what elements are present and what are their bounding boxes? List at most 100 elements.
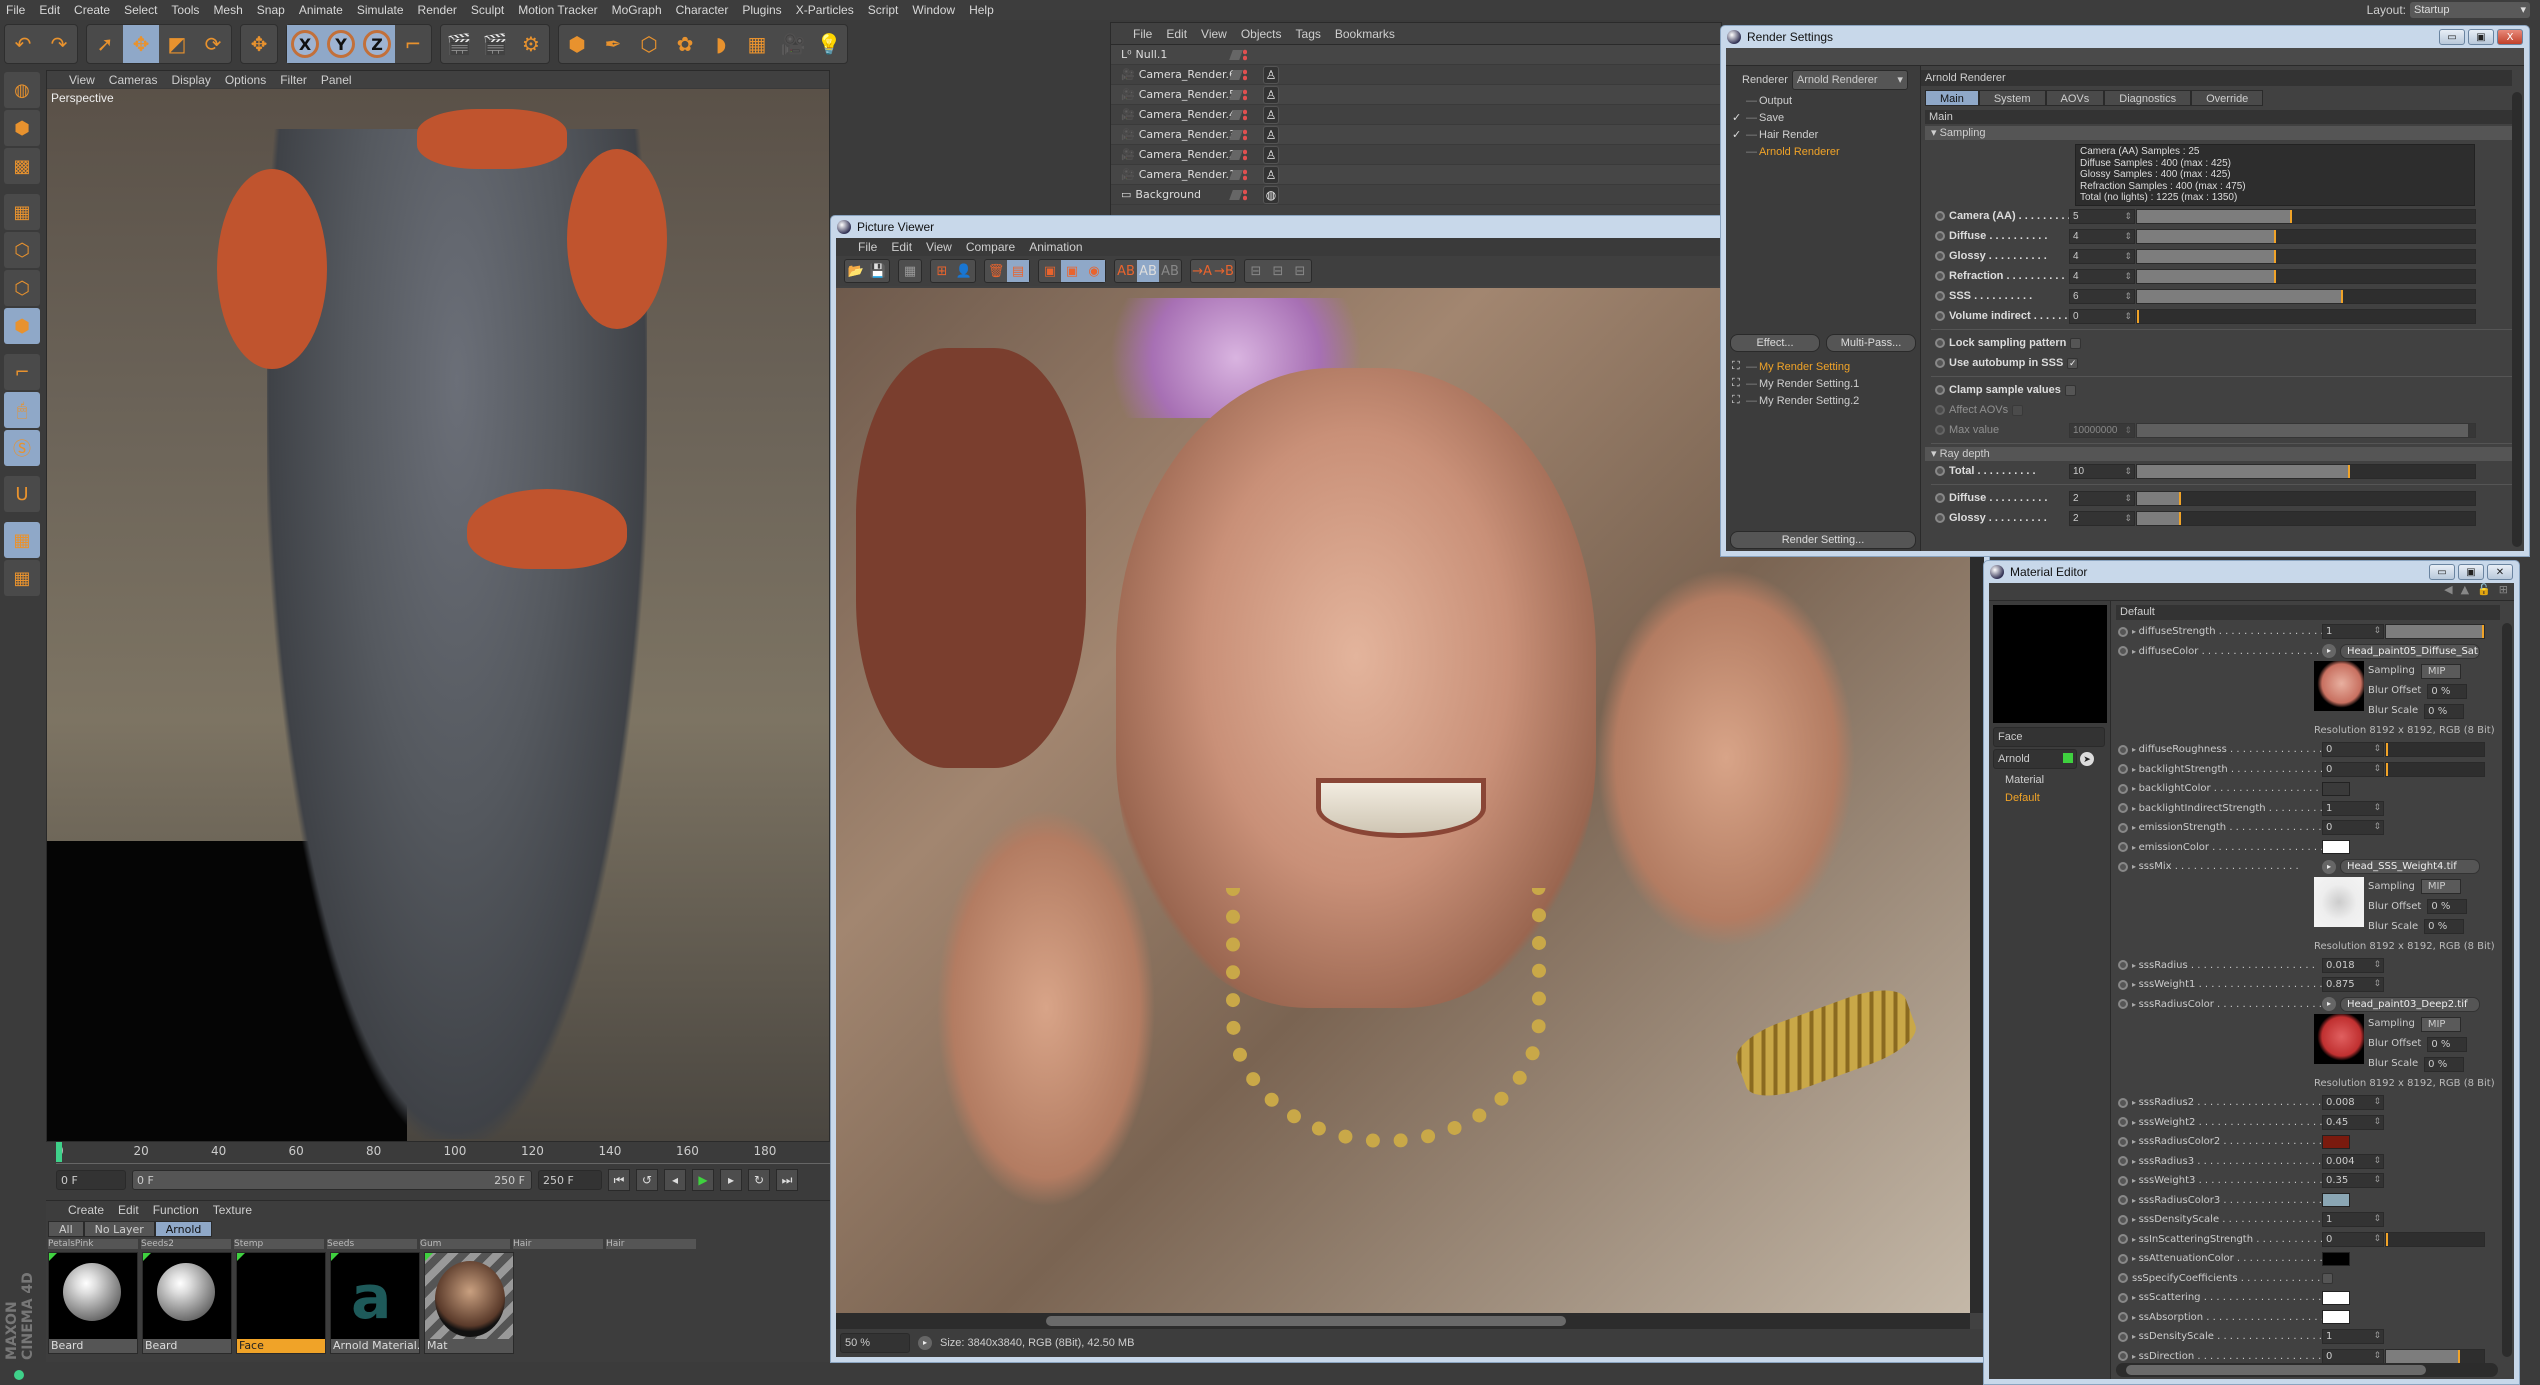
object-name[interactable]: Camera_Render.4 [1139, 108, 1236, 121]
menu-create[interactable]: Create [74, 3, 110, 17]
add-layer-icon[interactable]: 👤 [953, 260, 975, 282]
frame-range-slider[interactable]: 0 F 250 F [132, 1170, 532, 1190]
animate-toggle-icon[interactable] [2118, 999, 2128, 1010]
add-to-list-icon[interactable]: ⊞ [931, 260, 953, 282]
animate-toggle-icon[interactable] [1935, 271, 1945, 281]
make-editable-button[interactable]: ◍ [4, 72, 40, 108]
ray-depth-diffuse-value-field[interactable]: 2 [2069, 490, 2135, 506]
image-list-icon[interactable]: ▤ [1007, 260, 1029, 282]
object-name[interactable]: Camera_Render.1 [1139, 168, 1236, 181]
menu-render[interactable]: Render [418, 3, 457, 17]
render-setting-item[interactable]: ⛶ — My Render Setting.1 [1726, 375, 1920, 392]
object-name[interactable]: Camera_Render.5 [1139, 88, 1236, 101]
material-thumbnail-title[interactable]: Seeds2 [141, 1239, 231, 1249]
tab-diagnostics[interactable]: Diagnostics [2104, 90, 2192, 106]
attr-slider[interactable] [2385, 742, 2485, 758]
material-thumbnail-title[interactable]: Hair [606, 1239, 696, 1249]
menu-motion-tracker[interactable]: Motion Tracker [518, 3, 597, 17]
material-thumbnail-title[interactable]: Seeds [327, 1239, 417, 1249]
checkmark-icon[interactable]: ✓ [1732, 128, 1746, 141]
animate-toggle-icon[interactable] [2118, 744, 2128, 755]
arnold-tag-icon[interactable]: ♙ [1263, 105, 1279, 124]
new-window-icon[interactable]: ⊞ [2499, 583, 2508, 600]
menu-mesh[interactable]: Mesh [213, 3, 242, 17]
zoom-menu-button[interactable]: ▸ [918, 1336, 932, 1350]
render-setting-item[interactable]: ⛶ — My Render Setting.2 [1726, 392, 1920, 409]
enabled-check-icon[interactable] [1229, 169, 1243, 180]
texture-menu-button[interactable]: ▸ [2322, 859, 2336, 874]
axis-mode-button[interactable]: ⌐ [4, 354, 40, 390]
undo-button[interactable]: ↶ [5, 25, 41, 63]
viewport-menu-filter[interactable]: Filter [280, 73, 307, 87]
spline-pen-button[interactable]: ✒ [595, 25, 631, 63]
attr-slider[interactable] [2385, 1348, 2485, 1364]
pv-menu-view[interactable]: View [926, 240, 952, 254]
workplane-rotate-button[interactable]: ▦ [4, 560, 40, 596]
maximize-button[interactable]: ▣ [2468, 29, 2494, 45]
animate-toggle-icon[interactable] [2118, 960, 2128, 971]
current-frame-field[interactable]: 0 F [56, 1170, 126, 1190]
menu-edit[interactable]: Edit [39, 3, 60, 17]
animate-toggle-icon[interactable] [2118, 1117, 2128, 1128]
tab-system[interactable]: System [1978, 90, 2046, 106]
object-menu-file[interactable]: File [1133, 27, 1152, 41]
attr-value-field[interactable]: 1 [2322, 1329, 2384, 1345]
material-menu-texture[interactable]: Texture [213, 1203, 252, 1217]
viewport-menu-display[interactable]: Display [171, 73, 210, 87]
object-row[interactable]: 🎥 Camera_Render.6 ♙ [1111, 65, 1721, 85]
checkmark-icon[interactable]: ✓ [1732, 111, 1746, 124]
enabled-check-icon[interactable] [1229, 149, 1243, 160]
animate-toggle-icon[interactable] [1935, 358, 1945, 368]
clamp-checkbox[interactable] [2064, 384, 2076, 396]
renderer-dropdown[interactable]: Arnold Renderer ▾ [1791, 70, 1908, 90]
sampling-dropdown[interactable]: MIP [2420, 1016, 2461, 1032]
x-axis-button[interactable]: X [287, 25, 323, 63]
material-menu-function[interactable]: Function [153, 1203, 199, 1217]
attr-value-field[interactable]: 0 [2322, 820, 2384, 836]
animate-toggle-icon[interactable] [2118, 1253, 2128, 1264]
object-row[interactable]: L⁰ Null.1 [1111, 45, 1721, 65]
animate-toggle-icon[interactable] [2118, 979, 2128, 990]
model-mode-button[interactable]: ⬢ [4, 110, 40, 146]
material-preview[interactable] [1993, 605, 2107, 723]
multi-pass-button[interactable]: Multi-Pass... [1826, 334, 1916, 352]
material-thumbnail-title[interactable]: Hair [513, 1239, 603, 1249]
menu-select[interactable]: Select [124, 3, 157, 17]
attr-value-field[interactable]: 0 [2322, 761, 2384, 777]
goto-end-button[interactable]: ⏭ [776, 1169, 798, 1191]
texture-tag-icon[interactable]: ◍ [1263, 185, 1279, 204]
view-a-icon[interactable]: ▣ [1039, 260, 1061, 282]
save-as-icon[interactable]: 💾 [867, 260, 889, 282]
swap-ab-icon[interactable]: ⊟ [1245, 260, 1267, 282]
material-editor-vscroll[interactable] [2502, 623, 2512, 1357]
animate-toggle-icon[interactable] [2118, 1234, 2128, 1245]
texture-menu-button[interactable]: ▸ [2322, 997, 2336, 1012]
next-key-button[interactable]: ↻ [748, 1169, 770, 1191]
set-b-icon[interactable]: →B [1213, 260, 1235, 282]
animate-toggle-icon[interactable] [2118, 646, 2128, 657]
attr-value-field[interactable]: 0.35 [2322, 1173, 2384, 1189]
enabled-check-icon[interactable] [1229, 49, 1243, 60]
animate-toggle-icon[interactable] [2118, 803, 2128, 814]
menu-plugins[interactable]: Plugins [742, 3, 781, 17]
animate-toggle-icon[interactable] [1935, 466, 1945, 476]
zoom-field[interactable]: 50 % [840, 1333, 910, 1353]
sampling-sss-value-field[interactable]: 6 [2069, 288, 2135, 304]
rotate-button[interactable]: ⟳ [195, 25, 231, 63]
animate-toggle-icon[interactable] [1935, 493, 1945, 503]
end-frame-field[interactable]: 250 F [538, 1170, 602, 1190]
attr-value-field[interactable]: 0 [2322, 1231, 2384, 1247]
material-thumbnail[interactable]: Mat [424, 1252, 514, 1354]
split-vertical-icon[interactable]: ⊟ [1289, 260, 1311, 282]
menu-tools[interactable]: Tools [171, 3, 199, 17]
blur-scale-field[interactable]: 0 % [2424, 1056, 2465, 1072]
arnold-tag-icon[interactable]: ♙ [1263, 125, 1279, 144]
material-thumbnail[interactable]: Beard [48, 1252, 138, 1354]
close-button[interactable]: X [2497, 29, 2523, 45]
object-menu-edit[interactable]: Edit [1166, 27, 1187, 41]
z-axis-button[interactable]: Z [359, 25, 395, 63]
viewport-panel[interactable]: View Cameras Display Options Filter Panel Per… [46, 70, 830, 1142]
histogram-icon[interactable]: ▦ [899, 260, 921, 282]
color-swatch[interactable] [2322, 1290, 2350, 1305]
subdivision-button[interactable]: ⬡ [631, 25, 667, 63]
